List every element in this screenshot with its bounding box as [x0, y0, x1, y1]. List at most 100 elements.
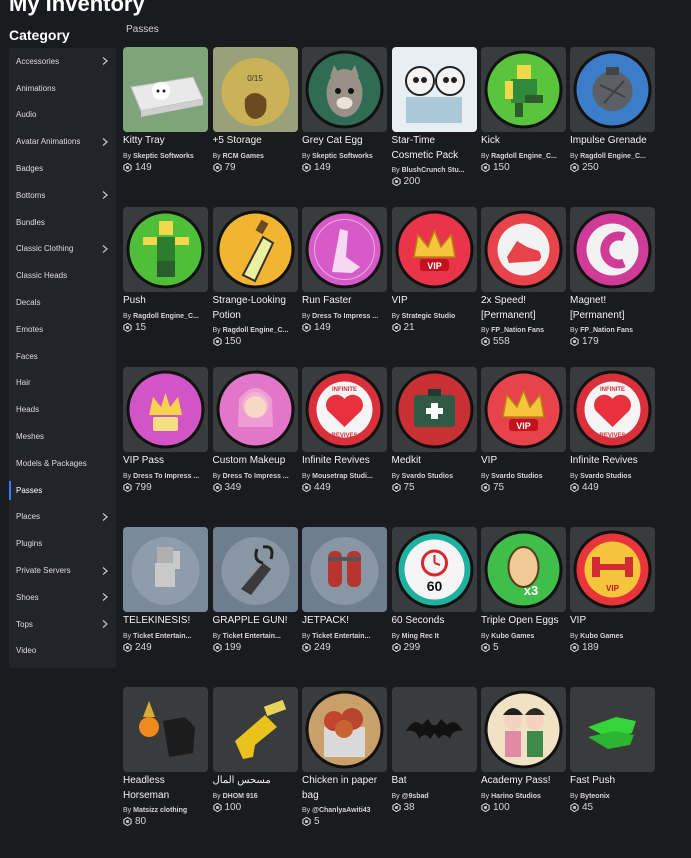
pass-card[interactable]: Kick By Ragdoll Engine_C... 150 — [481, 47, 566, 173]
pass-card[interactable]: Grey Cat Egg By Skeptic Softworks 149 — [302, 47, 387, 173]
pass-thumbnail[interactable] — [391, 367, 477, 452]
creator-name[interactable]: Harino Studios — [491, 793, 541, 800]
chevron-right-icon[interactable] — [100, 566, 110, 576]
chevron-right-icon[interactable] — [100, 592, 110, 602]
pass-name[interactable]: Chicken in paper bag — [302, 774, 387, 803]
pass-card[interactable]: Strange-Looking Potion By Ragdoll Engine_… — [212, 207, 298, 347]
sidebar-item-faces[interactable]: Faces — [9, 343, 116, 370]
pass-name[interactable]: VIP Pass — [123, 454, 208, 469]
pass-card[interactable]: VIP VIP By Strategic Studio 21 — [391, 207, 477, 333]
pass-card[interactable]: Medkit By Svardo Studios 75 — [391, 367, 477, 493]
pass-card[interactable]: GRAPPLE GUN! By Ticket Entertain... 199 — [212, 527, 298, 653]
creator-name[interactable]: Ticket Entertain... — [223, 633, 281, 640]
pass-name[interactable]: Kitty Tray — [123, 134, 208, 149]
creator-name[interactable]: Ming Rec It — [402, 633, 439, 640]
creator-name[interactable]: Byteonix — [580, 793, 610, 800]
creator-name[interactable]: Ragdoll Engine_C... — [491, 153, 557, 160]
pass-name[interactable]: Kick — [481, 134, 566, 149]
creator-name[interactable]: Skeptic Softworks — [312, 153, 373, 160]
pass-thumbnail[interactable] — [302, 687, 387, 772]
pass-name[interactable]: Custom Makeup — [213, 454, 298, 469]
pass-name[interactable]: Impulse Grenade — [570, 134, 655, 149]
creator-name[interactable]: Ragdoll Engine_C... — [580, 153, 646, 160]
sidebar-item-tops[interactable]: Tops — [9, 611, 116, 638]
pass-thumbnail[interactable]: x3 — [481, 527, 566, 612]
creator-name[interactable]: FP_Nation Fans — [491, 327, 544, 334]
pass-name[interactable]: Star-Time Cosmetic Pack — [392, 134, 477, 163]
pass-card[interactable]: Bat By @9sbad 38 — [391, 687, 477, 813]
pass-name[interactable]: JETPACK! — [302, 614, 387, 629]
creator-name[interactable]: BlushCrunch Stu... — [402, 167, 465, 174]
pass-name[interactable]: VIP — [570, 614, 655, 629]
sidebar-item-plugins[interactable]: Plugins — [9, 530, 116, 557]
pass-name[interactable]: Infinite Revives — [570, 454, 655, 469]
sidebar-item-bottoms[interactable]: Bottoms — [9, 182, 116, 209]
pass-card[interactable]: Academy Pass! By Harino Studios 100 — [481, 687, 566, 813]
creator-name[interactable]: Ragdoll Engine_C... — [223, 327, 289, 334]
pass-thumbnail[interactable] — [123, 207, 208, 292]
pass-thumbnail[interactable] — [302, 527, 387, 612]
pass-card[interactable]: Custom Makeup By Dress To Impress ... 349 — [212, 367, 298, 493]
sidebar-item-animations[interactable]: Animations — [9, 75, 116, 102]
chevron-right-icon[interactable] — [100, 619, 110, 629]
pass-thumbnail[interactable]: INFINITE REVIVES — [302, 367, 387, 452]
pass-name[interactable]: Strange-Looking Potion — [213, 294, 298, 323]
pass-thumbnail[interactable] — [123, 527, 208, 612]
pass-card[interactable]: Kitty Tray By Skeptic Softworks 149 — [123, 47, 208, 173]
chevron-right-icon[interactable] — [100, 56, 110, 66]
pass-name[interactable]: Run Faster — [302, 294, 387, 309]
pass-name[interactable]: Headless Horseman — [123, 774, 208, 803]
pass-card[interactable]: INFINITE REVIVES Infinite Revives By Svard… — [570, 367, 655, 493]
pass-name[interactable]: Medkit — [392, 454, 477, 469]
pass-thumbnail[interactable]: INFINITE REVIVES — [570, 367, 655, 452]
chevron-right-icon[interactable] — [100, 137, 110, 147]
creator-name[interactable]: Matsizz clothing — [133, 807, 187, 814]
creator-name[interactable]: Dress To Impress ... — [223, 473, 289, 480]
pass-card[interactable]: INFINITE REVIVES Infinite Revives By Mouse… — [302, 367, 387, 493]
creator-name[interactable]: Strategic Studio — [402, 313, 456, 320]
creator-name[interactable]: @ChanlyaAwiti43 — [312, 807, 370, 814]
pass-thumbnail[interactable] — [481, 47, 566, 132]
pass-thumbnail[interactable] — [391, 47, 477, 132]
chevron-right-icon[interactable] — [100, 512, 110, 522]
pass-thumbnail[interactable] — [212, 687, 298, 772]
pass-name[interactable]: Infinite Revives — [302, 454, 387, 469]
pass-name[interactable]: Triple Open Eggs — [481, 614, 566, 629]
sidebar-item-shoes[interactable]: Shoes — [9, 584, 116, 611]
pass-card[interactable]: Fast Push By Byteonix 45 — [570, 687, 655, 813]
sidebar-item-classic-heads[interactable]: Classic Heads — [9, 262, 116, 289]
pass-thumbnail[interactable] — [570, 207, 655, 292]
pass-thumbnail[interactable] — [481, 207, 566, 292]
creator-name[interactable]: Kubo Games — [491, 633, 534, 640]
chevron-right-icon[interactable] — [100, 190, 110, 200]
creator-name[interactable]: Dress To Impress ... — [133, 473, 199, 480]
creator-name[interactable]: Ragdoll Engine_C... — [133, 313, 199, 320]
pass-thumbnail[interactable] — [570, 687, 655, 772]
sidebar-item-avatar-animations[interactable]: Avatar Animations — [9, 128, 116, 155]
pass-name[interactable]: GRAPPLE GUN! — [213, 614, 298, 629]
creator-name[interactable]: Svardo Studios — [491, 473, 542, 480]
pass-thumbnail[interactable] — [570, 47, 655, 132]
sidebar-item-badges[interactable]: Badges — [9, 155, 116, 182]
sidebar-item-video[interactable]: Video — [9, 638, 116, 665]
pass-card[interactable]: VIP Pass By Dress To Impress ... 799 — [123, 367, 208, 493]
pass-name[interactable]: 60 Seconds — [392, 614, 477, 629]
pass-thumbnail[interactable] — [123, 367, 208, 452]
creator-name[interactable]: Dress To Impress ... — [312, 313, 378, 320]
pass-thumbnail[interactable] — [481, 687, 566, 772]
pass-name[interactable]: Magnet! [Permanent] — [570, 294, 655, 323]
pass-name[interactable]: Fast Push — [570, 774, 655, 789]
pass-thumbnail[interactable]: 0/15 — [212, 47, 298, 132]
pass-thumbnail[interactable]: 60 — [391, 527, 477, 612]
creator-name[interactable]: FP_Nation Fans — [580, 327, 633, 334]
pass-card[interactable]: 2x Speed! [Permanent] By FP_Nation Fans 55… — [481, 207, 566, 347]
pass-thumbnail[interactable] — [212, 367, 298, 452]
sidebar-item-decals[interactable]: Decals — [9, 289, 116, 316]
sidebar-item-private-servers[interactable]: Private Servers — [9, 557, 116, 584]
sidebar-item-bundles[interactable]: Bundles — [9, 209, 116, 236]
pass-name[interactable]: Academy Pass! — [481, 774, 566, 789]
pass-thumbnail[interactable] — [302, 47, 387, 132]
creator-name[interactable]: Mousetrap Studi... — [312, 473, 373, 480]
pass-thumbnail[interactable]: VIP — [481, 367, 566, 452]
pass-card[interactable]: JETPACK! By Ticket Entertain... 249 — [302, 527, 387, 653]
